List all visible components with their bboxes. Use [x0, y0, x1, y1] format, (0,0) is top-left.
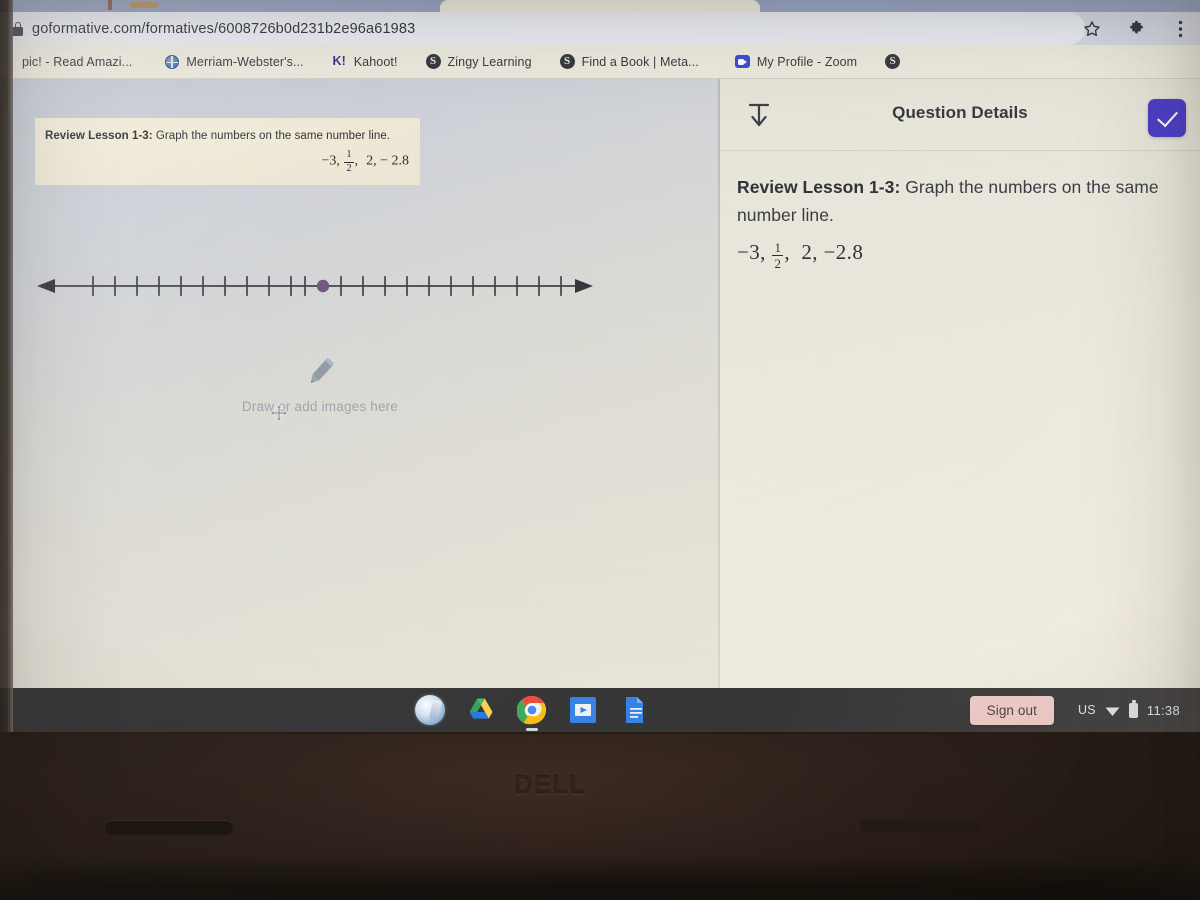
bookmark-item-extra[interactable]: S: [874, 50, 918, 74]
kahoot-favicon-icon: K!: [332, 54, 346, 69]
panel-question-text: Review Lesson 1-3: Graph the numbers on …: [737, 173, 1177, 230]
bookmark-label: Zingy Learning: [447, 54, 532, 69]
question-card-prefix: Review Lesson 1-3:: [45, 130, 153, 142]
panel-math-rest: 2, −2.8: [801, 239, 864, 264]
fraction-denominator: 2: [346, 162, 352, 174]
bookmark-label: My Profile - Zoom: [756, 54, 858, 69]
bookmarks-bar: pic! - Read Amazi... Merriam-Webster's..…: [0, 45, 1200, 79]
chrome-icon[interactable]: [517, 695, 547, 731]
tab-indicator-a: [108, 0, 112, 10]
panel-math-first: −3,: [737, 239, 766, 264]
question-card-math: −3, 1 2 , 2, − 2.8: [321, 149, 409, 174]
panel-math-fraction: 1 2: [772, 239, 784, 271]
question-card-text: Review Lesson 1-3: Graph the numbers on …: [45, 129, 410, 143]
chromeos-shelf: Sign out US 11:38: [0, 688, 1200, 732]
battery-icon: [1128, 700, 1138, 718]
bookmark-label: Find a Book | Meta...: [581, 54, 699, 69]
system-tray: Sign out US 11:38: [969, 688, 1192, 732]
bookmark-item-zingy-learning[interactable]: S Zingy Learning: [415, 50, 543, 74]
screen-left-bezel: [0, 0, 13, 732]
move-cursor: [269, 403, 289, 423]
google-slides-icon[interactable]: [568, 695, 598, 725]
sphere-favicon-icon: S: [425, 54, 441, 69]
panel-fraction-numerator: 1: [774, 239, 782, 255]
clock: 11:38: [1146, 702, 1180, 718]
screenshot-root: DELL goformative.com/formatives/6008726b…: [0, 0, 1200, 900]
student-answer-canvas[interactable]: Review Lesson 1-3: Graph the numbers on …: [0, 79, 718, 688]
bookmark-item-find-a-book[interactable]: S Find a Book | Meta...: [549, 50, 710, 74]
math-fraction: 1 2: [344, 149, 354, 174]
bookmark-label: Kahoot!: [353, 54, 398, 69]
omnibox-actions: [1080, 12, 1192, 45]
google-docs-icon[interactable]: [619, 695, 649, 725]
sign-out-button[interactable]: Sign out: [969, 695, 1054, 725]
laptop-screen: goformative.com/formatives/6008726b0d231…: [0, 0, 1200, 732]
bookmark-item-my-profile-zoom[interactable]: My Profile - Zoom: [724, 50, 868, 74]
shelf-app-icons: [415, 688, 649, 732]
question-image-card[interactable]: Review Lesson 1-3: Graph the numbers on …: [35, 118, 420, 185]
browser-tab-strip[interactable]: [0, 0, 1200, 12]
tab-indicator-b: [130, 2, 158, 8]
laptop-foot-left: [105, 820, 233, 834]
bookmark-item-merriam-webster[interactable]: Merriam-Webster's...: [153, 50, 314, 74]
bookmark-item-kahoot[interactable]: K! Kahoot!: [321, 50, 409, 74]
keyboard-layout-indicator: US: [1077, 703, 1096, 717]
url-text: goformative.com/formatives/6008726b0d231…: [32, 20, 416, 37]
bookmark-star-icon[interactable]: [1080, 17, 1104, 41]
bookmark-label: pic! - Read Amazi...: [22, 54, 133, 69]
draw-placeholder[interactable]: Draw or add images here: [225, 351, 415, 423]
bookmark-item-epic[interactable]: pic! - Read Amazi...: [0, 50, 143, 74]
globe-favicon-icon: [164, 54, 179, 69]
panel-question-prefix: Review Lesson 1-3:: [737, 177, 901, 197]
bezel-shadow: [0, 855, 1200, 900]
bookmark-label: Merriam-Webster's...: [186, 54, 304, 69]
question-card-body: Graph the numbers on the same number lin…: [152, 130, 391, 142]
plotted-point: [316, 279, 330, 293]
math-term-rest: 2, − 2.8: [366, 153, 409, 169]
address-bar[interactable]: goformative.com/formatives/6008726b0d231…: [0, 12, 1085, 45]
zoom-favicon-icon: [734, 54, 750, 69]
panel-question-math: −3, 1 2 , 2, −2.8: [737, 239, 864, 271]
sphere-favicon-icon: S: [885, 54, 901, 69]
fraction-numerator: 1: [346, 149, 352, 160]
wifi-icon: [1105, 704, 1120, 716]
launcher-icon[interactable]: [415, 695, 445, 725]
math-term-first: −3,: [321, 153, 340, 169]
chrome-running-indicator: [526, 728, 538, 731]
panel-fraction-denominator: 2: [774, 255, 782, 271]
extensions-puzzle-icon[interactable]: [1124, 17, 1148, 41]
pencil-icon: [299, 351, 341, 393]
submit-check-button[interactable]: [1148, 99, 1186, 137]
browser-menu-icon[interactable]: [1168, 17, 1192, 41]
lock-icon: [12, 21, 23, 36]
active-tab[interactable]: [440, 0, 760, 12]
sphere-favicon-icon: S: [559, 54, 575, 69]
question-details-panel: Question Details Review Lesson 1-3: Grap…: [720, 79, 1200, 688]
page-content: Review Lesson 1-3: Graph the numbers on …: [0, 79, 1200, 688]
check-icon: [1156, 105, 1178, 127]
draw-placeholder-text: Draw or add images here: [241, 399, 399, 414]
status-area[interactable]: US 11:38: [1068, 697, 1192, 724]
panel-body: Review Lesson 1-3: Graph the numbers on …: [720, 151, 1200, 688]
dell-brand-logo: DELL: [514, 770, 586, 800]
panel-title: Question Details: [892, 103, 1028, 122]
laptop-foot-right: [860, 820, 980, 832]
number-line-graphic[interactable]: [35, 267, 595, 297]
google-drive-icon[interactable]: [466, 695, 496, 725]
panel-header: Question Details: [720, 79, 1200, 151]
